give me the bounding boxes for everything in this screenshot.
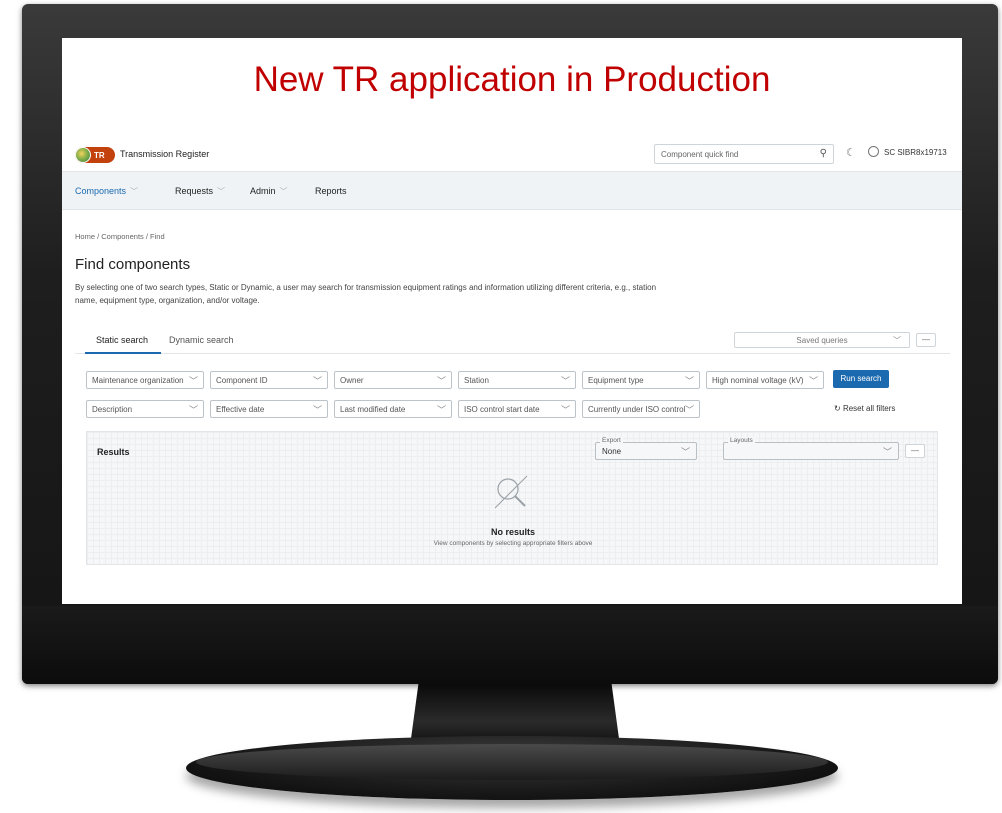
chevron-down-icon: ﹀	[312, 376, 322, 386]
no-results-subtitle: View components by selecting appropriate…	[433, 540, 593, 547]
saved-queries-label: Saved queries	[796, 336, 848, 345]
monitor-chin	[22, 606, 998, 684]
filter-component-id[interactable]: Component ID ﹀	[210, 371, 328, 389]
monitor-base-top	[196, 744, 828, 780]
chevron-down-icon: ﹀	[680, 447, 690, 457]
reset-all-filters-link[interactable]: ↻ Reset all filters	[834, 404, 895, 413]
chevron-down-icon: ﹀	[217, 187, 226, 196]
chevron-down-icon: ﹀	[130, 187, 139, 196]
no-results-title: No results	[490, 527, 535, 537]
globe-icon	[75, 147, 91, 163]
dark-mode-icon[interactable]: ☾	[846, 146, 856, 159]
filter-high-nominal-voltage[interactable]: High nominal voltage (kV) ﹀	[706, 371, 824, 389]
app-header: TR Transmission Register Component quick…	[62, 136, 962, 172]
search-icon[interactable]: ⚲	[820, 148, 827, 159]
breadcrumb[interactable]: Home / Components / Find	[75, 232, 165, 241]
results-title: Results	[97, 447, 130, 457]
chevron-down-icon: ﹀	[808, 376, 818, 386]
quick-find-placeholder: Component quick find	[661, 150, 739, 159]
filter-equipment-type[interactable]: Equipment type ﹀	[582, 371, 700, 389]
chevron-down-icon: ﹀	[188, 405, 198, 415]
active-tab-indicator	[85, 352, 161, 354]
filter-currently-under-iso-control[interactable]: Currently under ISO control ﹀	[582, 400, 700, 418]
layouts-more-button[interactable]: —	[905, 444, 925, 458]
tab-dynamic-search[interactable]: Dynamic search	[169, 335, 234, 345]
slide-headline: New TR application in Production	[253, 60, 771, 99]
chevron-down-icon: ﹀	[436, 405, 446, 415]
no-results-search-icon	[494, 475, 528, 509]
chevron-down-icon: ﹀	[560, 405, 570, 415]
chevron-down-icon: ﹀	[560, 376, 570, 386]
layouts-legend: Layouts	[728, 437, 755, 444]
component-quick-find-input[interactable]: Component quick find ⚲	[654, 144, 834, 164]
app-title: Transmission Register	[120, 149, 210, 159]
filter-station[interactable]: Station ﹀	[458, 371, 576, 389]
chevron-down-icon: ﹀	[436, 376, 446, 386]
user-icon[interactable]	[868, 146, 879, 157]
chevron-down-icon: ﹀	[882, 447, 892, 457]
logo-text: TR	[94, 150, 105, 160]
filter-last-modified-date[interactable]: Last modified date ﹀	[334, 400, 452, 418]
chevron-down-icon: ﹀	[279, 187, 288, 196]
nav-requests[interactable]: Requests ﹀	[175, 186, 225, 197]
tab-static-search[interactable]: Static search	[96, 335, 148, 345]
main-nav: Components ﹀ Requests ﹀ Admin ﹀ Reports	[62, 172, 962, 210]
export-select[interactable]: Export None ﹀	[595, 437, 697, 460]
filter-maintenance-organization[interactable]: Maintenance organization ﹀	[86, 371, 204, 389]
saved-queries-more-button[interactable]: —	[916, 333, 936, 347]
chevron-down-icon: ﹀	[188, 376, 198, 386]
filter-owner[interactable]: Owner ﹀	[334, 371, 452, 389]
filter-iso-control-start-date[interactable]: ISO control start date ﹀	[458, 400, 576, 418]
refresh-icon: ↻	[834, 404, 843, 413]
page-title: Find components	[75, 256, 191, 273]
export-value: None	[602, 447, 622, 456]
run-search-button[interactable]: Run search	[833, 370, 889, 388]
chevron-down-icon: ﹀	[312, 405, 322, 415]
nav-reports[interactable]: Reports	[315, 186, 347, 196]
filter-description[interactable]: Description ﹀	[86, 400, 204, 418]
nav-components[interactable]: Components ﹀	[75, 186, 138, 197]
layouts-select[interactable]: Layouts ﹀	[723, 437, 899, 460]
user-id[interactable]: SC SIBR8x19713	[884, 148, 947, 157]
chevron-down-icon: ﹀	[893, 336, 901, 345]
nav-admin[interactable]: Admin ﹀	[250, 186, 288, 197]
filter-effective-date[interactable]: Effective date ﹀	[210, 400, 328, 418]
chevron-down-icon: ﹀	[684, 405, 694, 415]
chevron-down-icon: ﹀	[684, 376, 694, 386]
export-legend: Export	[600, 437, 623, 444]
app-logo[interactable]: TR	[75, 147, 115, 163]
page-description: By selecting one of two search types, St…	[75, 283, 657, 305]
monitor-screen: New TR application in Production TR Tran…	[62, 38, 962, 604]
monitor-stage: New TR application in Production TR Tran…	[0, 0, 1002, 813]
results-panel: Results Export None ﹀ Layouts ﹀ — No res…	[86, 431, 938, 565]
saved-queries-select[interactable]: Saved queries ﹀	[734, 332, 910, 348]
